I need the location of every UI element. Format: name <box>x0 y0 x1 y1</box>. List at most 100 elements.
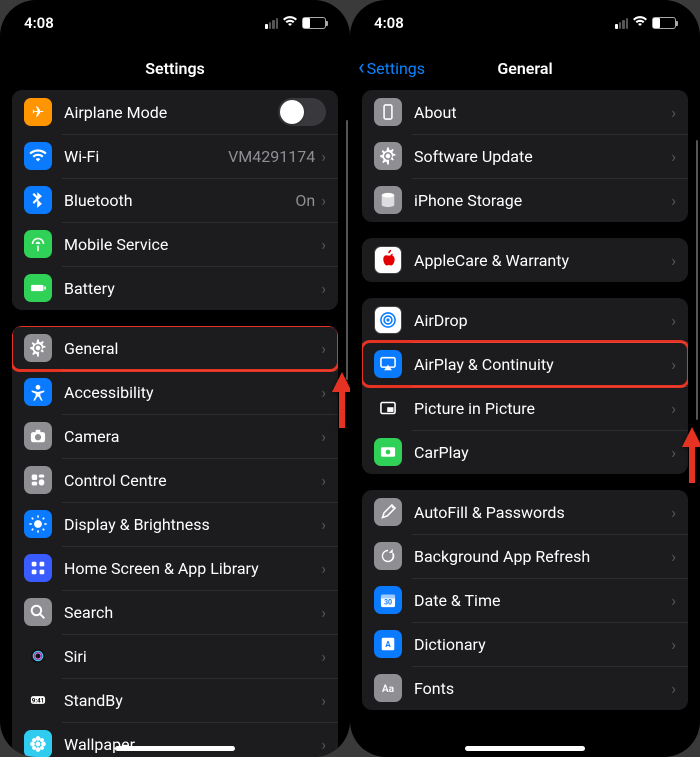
chevron-right-icon: › <box>671 103 676 122</box>
row-control[interactable]: Control Centre› <box>12 458 338 502</box>
access-icon <box>24 378 52 406</box>
row-label: Wi-Fi <box>64 147 228 166</box>
dict-icon: A <box>374 630 402 658</box>
svg-text:Aa: Aa <box>382 684 395 695</box>
row-fonts[interactable]: Aa Fonts› <box>362 666 688 710</box>
row-wifi[interactable]: Wi-FiVM4291174 › <box>12 134 338 178</box>
chevron-right-icon: › <box>671 147 676 166</box>
row-label: Camera <box>64 427 321 446</box>
svg-text:9:41: 9:41 <box>32 696 45 704</box>
phone-settings: 4:08 Settings ✈Airplane ModeWi-FiVM42911… <box>0 0 350 757</box>
home-indicator[interactable] <box>115 746 235 751</box>
chevron-right-icon: › <box>321 339 326 358</box>
row-label: Background App Refresh <box>414 547 671 566</box>
row-label: Accessibility <box>64 383 321 402</box>
cellular-signal-icon <box>615 18 628 29</box>
autofill-icon <box>374 498 402 526</box>
row-label: Dictionary <box>414 635 671 654</box>
row-bar[interactable]: Background App Refresh› <box>362 534 688 578</box>
row-applecare[interactable]: AppleCare & Warranty› <box>362 238 688 282</box>
row-swupdate[interactable]: Software Update› <box>362 134 688 178</box>
chevron-right-icon: › <box>321 691 326 710</box>
row-label: Fonts <box>414 679 671 698</box>
airplane-toggle[interactable] <box>278 98 326 126</box>
chevron-right-icon: › <box>671 399 676 418</box>
control-icon <box>24 466 52 494</box>
row-mobile[interactable]: Mobile Service› <box>12 222 338 266</box>
about-icon <box>374 98 402 126</box>
row-carplay[interactable]: CarPlay› <box>362 430 688 474</box>
row-label: Software Update <box>414 147 671 166</box>
row-airplane[interactable]: ✈Airplane Mode <box>12 90 338 134</box>
row-label: StandBy <box>64 691 321 710</box>
general-icon <box>24 334 52 362</box>
wifi-icon <box>282 15 298 31</box>
annotation-arrow <box>680 425 700 485</box>
row-wallpaper[interactable]: Wallpaper› <box>12 722 338 757</box>
row-airdrop[interactable]: AirDrop› <box>362 298 688 342</box>
row-label: AirDrop <box>414 311 671 330</box>
row-pip[interactable]: Picture in Picture› <box>362 386 688 430</box>
chevron-right-icon: › <box>671 679 676 698</box>
row-label: iPhone Storage <box>414 191 671 210</box>
svg-text:30: 30 <box>384 598 392 607</box>
wallpaper-icon <box>24 730 52 757</box>
home-indicator[interactable] <box>465 746 585 751</box>
row-autofill[interactable]: AutoFill & Passwords› <box>362 490 688 534</box>
row-label: AppleCare & Warranty <box>414 251 671 270</box>
status-right <box>265 15 326 31</box>
settings-group: ✈Airplane ModeWi-FiVM4291174›BluetoothOn… <box>12 90 338 310</box>
settings-group: General›Accessibility›Camera›Control Cen… <box>12 326 338 757</box>
chevron-right-icon: › <box>671 311 676 330</box>
chevron-right-icon: › <box>671 443 676 462</box>
settings-group: AirDrop›AirPlay & Continuity›Picture in … <box>362 298 688 474</box>
row-bluetooth[interactable]: BluetoothOn› <box>12 178 338 222</box>
row-access[interactable]: Accessibility› <box>12 370 338 414</box>
chevron-right-icon: › <box>671 591 676 610</box>
status-time: 4:08 <box>24 14 54 32</box>
scroll-indicator[interactable] <box>346 120 349 380</box>
settings-group: About›Software Update›iPhone Storage› <box>362 90 688 222</box>
row-standby[interactable]: 9:41 StandBy› <box>12 678 338 722</box>
chevron-right-icon: › <box>671 251 676 270</box>
row-home[interactable]: Home Screen & App Library› <box>12 546 338 590</box>
chevron-right-icon: › <box>321 383 326 402</box>
row-general[interactable]: General› <box>12 326 338 370</box>
row-storage[interactable]: iPhone Storage› <box>362 178 688 222</box>
airdrop-icon <box>374 306 402 334</box>
display-icon <box>24 510 52 538</box>
row-date[interactable]: 30Date & Time› <box>362 578 688 622</box>
row-camera[interactable]: Camera› <box>12 414 338 458</box>
row-siri[interactable]: Siri› <box>12 634 338 678</box>
row-airplay[interactable]: AirPlay & Continuity› <box>362 342 688 386</box>
row-label: Battery <box>64 279 321 298</box>
svg-text:A: A <box>385 640 391 649</box>
chevron-right-icon: › <box>671 635 676 654</box>
chevron-right-icon: › <box>321 603 326 622</box>
cellular-signal-icon <box>265 18 278 29</box>
chevron-right-icon: › <box>671 191 676 210</box>
navbar: Settings <box>0 46 350 90</box>
battery-icon <box>24 274 52 302</box>
chevron-right-icon: › <box>321 191 326 210</box>
carplay-icon <box>374 438 402 466</box>
general-list[interactable]: About›Software Update›iPhone Storage›App… <box>350 90 700 757</box>
chevron-right-icon: › <box>321 559 326 578</box>
settings-group: AppleCare & Warranty› <box>362 238 688 282</box>
status-bar: 4:08 <box>0 0 350 46</box>
row-search[interactable]: Search› <box>12 590 338 634</box>
row-battery[interactable]: Battery› <box>12 266 338 310</box>
bar-icon <box>374 542 402 570</box>
chevron-right-icon: › <box>321 147 326 166</box>
chevron-right-icon: › <box>321 735 326 754</box>
row-value: VM4291174 <box>228 147 315 166</box>
row-about[interactable]: About› <box>362 90 688 134</box>
row-dict[interactable]: A Dictionary› <box>362 622 688 666</box>
chevron-right-icon: › <box>671 355 676 374</box>
scroll-indicator[interactable] <box>696 140 699 420</box>
settings-list[interactable]: ✈Airplane ModeWi-FiVM4291174›BluetoothOn… <box>0 90 350 757</box>
wifi-icon <box>632 15 648 31</box>
back-button[interactable]: ‹ Settings <box>358 57 425 79</box>
row-label: General <box>64 339 321 358</box>
row-display[interactable]: Display & Brightness› <box>12 502 338 546</box>
